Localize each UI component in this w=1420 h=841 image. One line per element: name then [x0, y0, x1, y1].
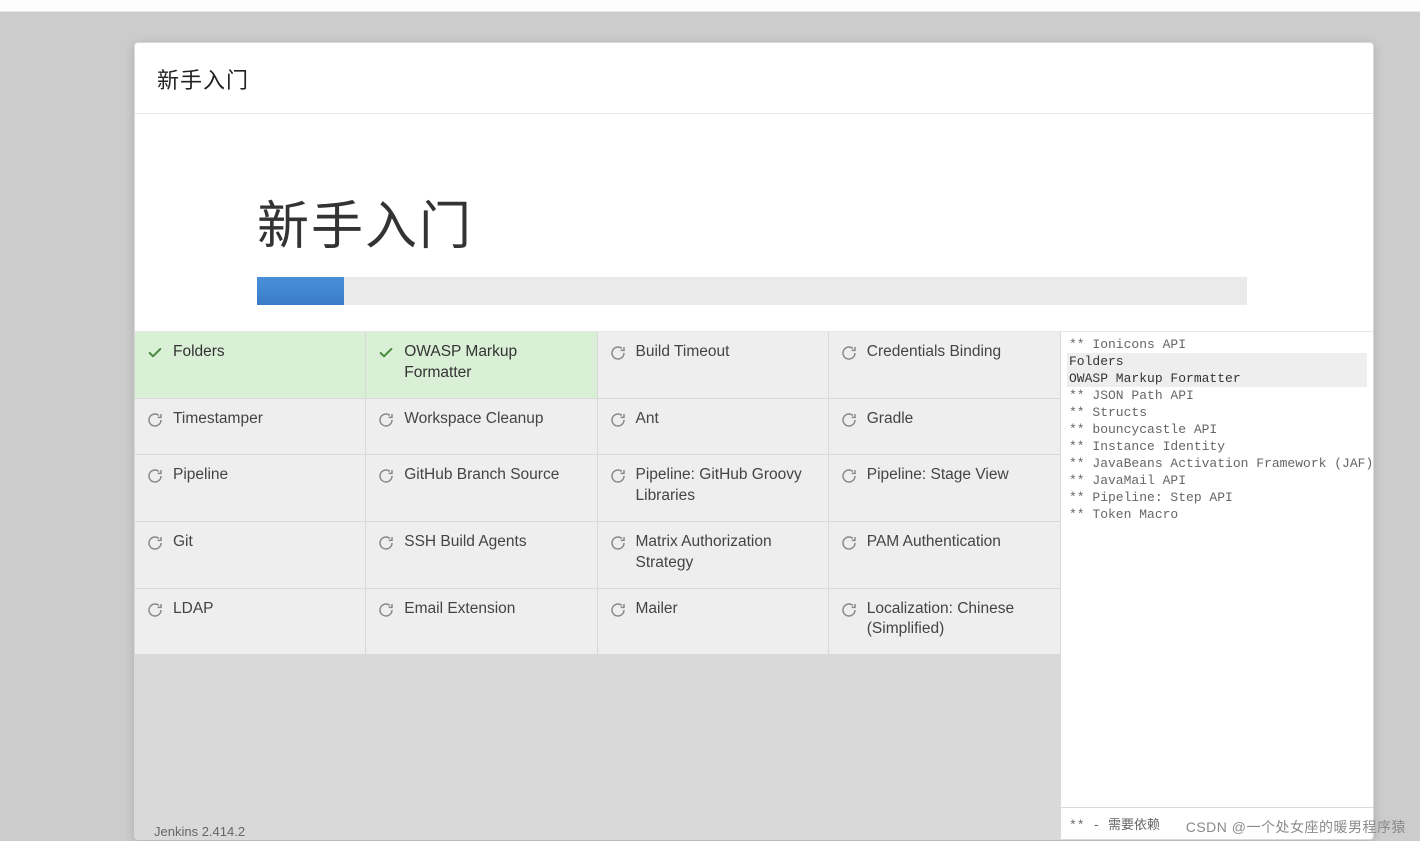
plugin-label: LDAP	[173, 599, 214, 620]
plugin-label: Matrix Authorization Strategy	[636, 532, 816, 574]
plugin-cell: Pipeline	[135, 455, 366, 522]
setup-wizard-modal: 新手入门 新手入门 FoldersOWASP Markup FormatterB…	[134, 42, 1374, 840]
plugin-label: PAM Authentication	[867, 532, 1001, 553]
log-line: ** JSON Path API	[1067, 387, 1367, 404]
modal-title: 新手入门	[135, 43, 1373, 114]
spinner-icon	[147, 532, 163, 556]
spinner-icon	[147, 465, 163, 489]
plugin-label: Mailer	[636, 599, 678, 620]
plugin-label: Build Timeout	[636, 342, 730, 363]
log-line: ** bouncycastle API	[1067, 421, 1367, 438]
check-icon	[147, 342, 163, 366]
log-line: ** Pipeline: Step API	[1067, 489, 1367, 506]
log-line: ** Token Macro	[1067, 506, 1367, 523]
watermark: CSDN @一个处女座的暖男程序猿	[1186, 817, 1406, 837]
plugin-cell: Gradle	[829, 399, 1060, 455]
hero-title: 新手入门	[257, 184, 1251, 259]
plugin-label: Pipeline: GitHub Groovy Libraries	[636, 465, 816, 507]
plugin-label: Gradle	[867, 409, 914, 430]
plugin-label: Workspace Cleanup	[404, 409, 543, 430]
plugin-label: Email Extension	[404, 599, 515, 620]
log-line: ** JavaMail API	[1067, 472, 1367, 489]
spinner-icon	[147, 599, 163, 623]
progress-bar-fill	[257, 277, 344, 305]
plugin-cell: Build Timeout	[598, 332, 829, 399]
spinner-icon	[378, 465, 394, 489]
plugin-label: Pipeline: Stage View	[867, 465, 1009, 486]
spinner-icon	[841, 342, 857, 366]
log-body: ** Ionicons APIFoldersOWASP Markup Forma…	[1061, 332, 1373, 807]
spinner-icon	[841, 599, 857, 623]
check-icon	[378, 342, 394, 366]
jenkins-version: Jenkins 2.414.2	[154, 824, 245, 839]
spinner-icon	[841, 532, 857, 556]
plugin-cell: Email Extension	[366, 589, 597, 656]
spinner-icon	[610, 532, 626, 556]
plugin-cell: Workspace Cleanup	[366, 399, 597, 455]
log-line: ** Ionicons API	[1067, 336, 1367, 353]
spinner-icon	[378, 599, 394, 623]
plugin-label: Ant	[636, 409, 659, 430]
content-area: FoldersOWASP Markup FormatterBuild Timeo…	[135, 332, 1373, 839]
plugin-label: SSH Build Agents	[404, 532, 526, 553]
plugin-cell: Mailer	[598, 589, 829, 656]
plugin-cell: Timestamper	[135, 399, 366, 455]
spinner-icon	[610, 465, 626, 489]
plugin-cell: OWASP Markup Formatter	[366, 332, 597, 399]
plugin-cell: Pipeline: GitHub Groovy Libraries	[598, 455, 829, 522]
spinner-icon	[841, 409, 857, 433]
plugin-cell: LDAP	[135, 589, 366, 656]
plugin-grid: Folders OWASP Markup Formatter Build Timeo…	[135, 332, 1061, 655]
spinner-icon	[610, 342, 626, 366]
plugin-label: Credentials Binding	[867, 342, 1001, 363]
plugin-cell: Matrix Authorization Strategy	[598, 522, 829, 589]
hero-section: 新手入门	[135, 114, 1373, 332]
plugin-label: OWASP Markup Formatter	[404, 342, 584, 384]
spinner-icon	[378, 409, 394, 433]
plugin-cell: Pipeline: Stage View	[829, 455, 1060, 522]
plugin-cell: SSH Build Agents	[366, 522, 597, 589]
plugin-cell: Localization: Chinese (Simplified)	[829, 589, 1060, 656]
grid-empty-area	[135, 655, 1061, 839]
plugin-cell: Git	[135, 522, 366, 589]
plugin-label: GitHub Branch Source	[404, 465, 559, 486]
progress-bar-track	[257, 277, 1247, 305]
log-line: ** JavaBeans Activation Framework (JAF) …	[1067, 455, 1367, 472]
plugin-cell: PAM Authentication	[829, 522, 1060, 589]
plugin-label: Localization: Chinese (Simplified)	[867, 599, 1048, 641]
log-line: OWASP Markup Formatter	[1067, 370, 1367, 387]
spinner-icon	[378, 532, 394, 556]
plugin-cell: GitHub Branch Source	[366, 455, 597, 522]
spinner-icon	[841, 465, 857, 489]
plugin-label: Timestamper	[173, 409, 263, 430]
plugin-label: Git	[173, 532, 193, 553]
plugin-label: Pipeline	[173, 465, 228, 486]
spinner-icon	[610, 409, 626, 433]
browser-top-bar	[0, 0, 1420, 12]
install-log-panel: ** Ionicons APIFoldersOWASP Markup Forma…	[1061, 332, 1373, 839]
spinner-icon	[610, 599, 626, 623]
log-line: ** Instance Identity	[1067, 438, 1367, 455]
plugin-cell: Folders	[135, 332, 366, 399]
log-line: ** Structs	[1067, 404, 1367, 421]
spinner-icon	[147, 409, 163, 433]
plugin-label: Folders	[173, 342, 225, 363]
log-line: Folders	[1067, 353, 1367, 370]
plugin-cell: Ant	[598, 399, 829, 455]
plugin-cell: Credentials Binding	[829, 332, 1060, 399]
